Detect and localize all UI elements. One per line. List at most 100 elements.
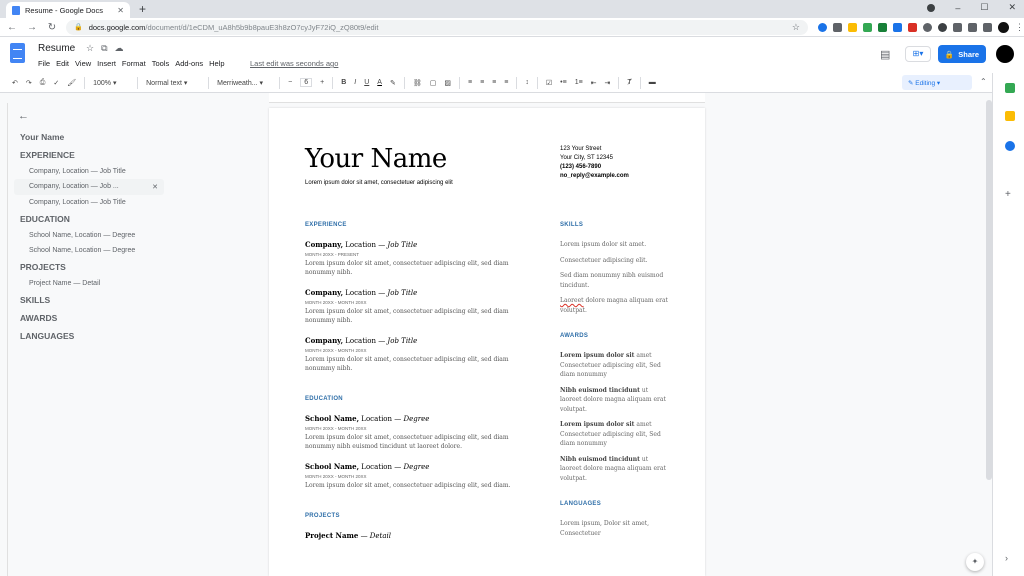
line-spacing-icon[interactable]: ↕ — [525, 79, 529, 86]
outline-item[interactable]: EDUCATION — [14, 210, 164, 228]
menu-addons[interactable]: Add-ons — [175, 59, 203, 68]
extension-icon[interactable] — [908, 22, 917, 32]
profile-avatar[interactable] — [998, 21, 1009, 33]
outline-item[interactable]: EXPERIENCE — [14, 146, 164, 164]
font-size-increase-button[interactable]: + — [320, 79, 324, 86]
bulleted-list-icon[interactable]: •≡ — [560, 79, 567, 86]
calendar-icon[interactable] — [1005, 83, 1015, 93]
align-center-icon[interactable]: ≡ — [480, 79, 484, 86]
keep-icon[interactable] — [1005, 111, 1015, 121]
move-folder-icon[interactable]: ⧉ — [101, 43, 107, 54]
decrease-indent-icon[interactable]: ⇤ — [591, 79, 597, 87]
comment-history-icon[interactable]: ▤ — [880, 48, 890, 61]
underline-button[interactable]: U — [364, 79, 369, 86]
font-select[interactable]: Merriweath... ▾ — [217, 79, 271, 87]
award-item[interactable]: Lorem ipsum dolor sit amet Consectetuer … — [560, 420, 670, 449]
job-entry[interactable]: Company, Location — Job Title MONTH 20XX… — [305, 336, 530, 373]
award-item[interactable]: Nibh euismod tincidunt ut laoreet dolore… — [560, 386, 670, 415]
last-edit-link[interactable]: Last edit was seconds ago — [250, 59, 338, 68]
skill-item[interactable]: Lorem ipsum dolor sit amet. — [560, 240, 670, 250]
cloud-status-icon[interactable]: ☁ — [115, 43, 124, 54]
print-icon[interactable]: ⎙ — [40, 79, 46, 87]
clear-formatting-icon[interactable]: Ⱦ — [627, 79, 631, 86]
outline-item[interactable]: School Name, Location — Degree — [14, 243, 164, 258]
account-avatar[interactable] — [996, 45, 1014, 63]
extension-icon[interactable] — [938, 22, 947, 32]
extension-icon[interactable] — [833, 22, 842, 32]
spellcheck-icon[interactable]: ✓ — [53, 79, 59, 87]
misspelled-word[interactable]: Laoreet — [560, 297, 584, 304]
add-comment-icon[interactable]: ▢ — [430, 79, 437, 87]
share-button[interactable]: 🔒 Share — [938, 45, 986, 63]
remove-heading-icon[interactable]: ✕ — [152, 183, 158, 191]
menu-tools[interactable]: Tools — [152, 59, 170, 68]
job-entry[interactable]: Company, Location — Job Title MONTH 20XX… — [305, 240, 530, 277]
reload-button[interactable]: ↻ — [44, 22, 60, 33]
skill-item[interactable]: Sed diam nonummy nibh euismod tincidunt. — [560, 271, 670, 290]
experience-heading[interactable]: EXPERIENCE — [305, 222, 530, 228]
project-entry[interactable]: Project Name — Detail — [305, 531, 530, 540]
link-icon[interactable]: ⛓ — [413, 79, 422, 87]
back-button[interactable]: ← — [4, 22, 20, 33]
maximize-button[interactable]: ☐ — [980, 2, 988, 13]
style-select[interactable]: Normal text ▾ — [146, 79, 200, 87]
meet-present-button[interactable]: ⊞▾ — [905, 46, 931, 62]
horizontal-ruler[interactable] — [269, 93, 705, 103]
extension-icon[interactable] — [818, 22, 827, 32]
languages-heading[interactable]: LANGUAGES — [560, 501, 670, 507]
outline-item[interactable]: LANGUAGES — [14, 327, 164, 345]
extension-icon[interactable] — [848, 22, 857, 32]
redo-icon[interactable]: ↷ — [26, 79, 32, 87]
resume-name[interactable]: Your Name — [305, 144, 447, 174]
document-title[interactable]: Resume — [38, 43, 75, 54]
close-outline-icon[interactable]: ← — [18, 110, 164, 122]
paint-format-icon[interactable]: 🖌 — [67, 79, 76, 87]
menu-format[interactable]: Format — [122, 59, 146, 68]
skills-heading[interactable]: SKILLS — [560, 222, 670, 228]
job-entry[interactable]: Company, Location — Job Title MONTH 20XX… — [305, 288, 530, 325]
bookmark-star-icon[interactable]: ☆ — [792, 22, 800, 33]
outline-item[interactable]: School Name, Location — Degree — [14, 228, 164, 243]
extension-icon[interactable] — [863, 22, 872, 32]
keyboard-icon[interactable]: ▬ — [649, 79, 656, 86]
menu-edit[interactable]: Edit — [56, 59, 69, 68]
add-addon-icon[interactable]: + — [1005, 189, 1011, 200]
menu-insert[interactable]: Insert — [97, 59, 116, 68]
outline-item[interactable]: Project Name — Detail — [14, 276, 164, 291]
outline-item-selected[interactable]: Company, Location — Job ... ✕ — [14, 179, 164, 195]
justify-icon[interactable]: ≡ — [504, 79, 508, 86]
school-entry[interactable]: School Name, Location — Degree MONTH 20X… — [305, 462, 530, 490]
close-window-button[interactable]: ✕ — [1008, 2, 1016, 13]
award-item[interactable]: Lorem ipsum dolor sit amet Consectetuer … — [560, 351, 670, 380]
checklist-icon[interactable]: ☑ — [546, 79, 552, 87]
font-size-input[interactable]: 6 — [300, 78, 313, 87]
highlight-icon[interactable]: ✎ — [390, 79, 396, 87]
url-input[interactable]: 🔒 docs.google.com /document/d/1eCDM_uA8h… — [66, 19, 808, 35]
skill-item[interactable]: Laoreet dolore magna aliquam erat volutp… — [560, 296, 670, 315]
education-heading[interactable]: EDUCATION — [305, 396, 530, 402]
settings-icon[interactable] — [983, 22, 992, 32]
collapse-menus-icon[interactable]: ⌃ — [980, 77, 987, 86]
tasks-icon[interactable] — [1005, 141, 1015, 151]
font-size-decrease-button[interactable]: − — [288, 79, 292, 86]
docs-logo-icon[interactable] — [10, 43, 25, 63]
increase-indent-icon[interactable]: ⇥ — [605, 79, 611, 87]
menu-view[interactable]: View — [75, 59, 91, 68]
extension-icon[interactable] — [893, 22, 902, 32]
award-item[interactable]: Nibh euismod tincidunt ut laoreet dolore… — [560, 455, 670, 484]
menu-file[interactable]: File — [38, 59, 50, 68]
editing-mode-select[interactable]: ✎ Editing ▾ — [902, 75, 972, 90]
projects-heading[interactable]: PROJECTS — [305, 513, 530, 519]
document-page[interactable]: Your Name Lorem ipsum dolor sit amet, co… — [269, 108, 705, 576]
forward-button[interactable]: → — [24, 22, 40, 33]
link-icon[interactable] — [953, 22, 962, 32]
new-tab-button[interactable]: + — [139, 2, 146, 16]
outline-item[interactable]: Your Name — [14, 128, 164, 146]
numbered-list-icon[interactable]: 1≡ — [575, 79, 583, 86]
minimize-button[interactable]: – — [955, 3, 960, 13]
tab-close-icon[interactable]: ✕ — [117, 6, 124, 15]
undo-icon[interactable]: ↶ — [12, 79, 18, 87]
outline-item[interactable]: Company, Location — Job Title — [14, 195, 164, 210]
outline-item[interactable]: SKILLS — [14, 291, 164, 309]
resume-tagline[interactable]: Lorem ipsum dolor sit amet, consectetuer… — [305, 180, 453, 186]
